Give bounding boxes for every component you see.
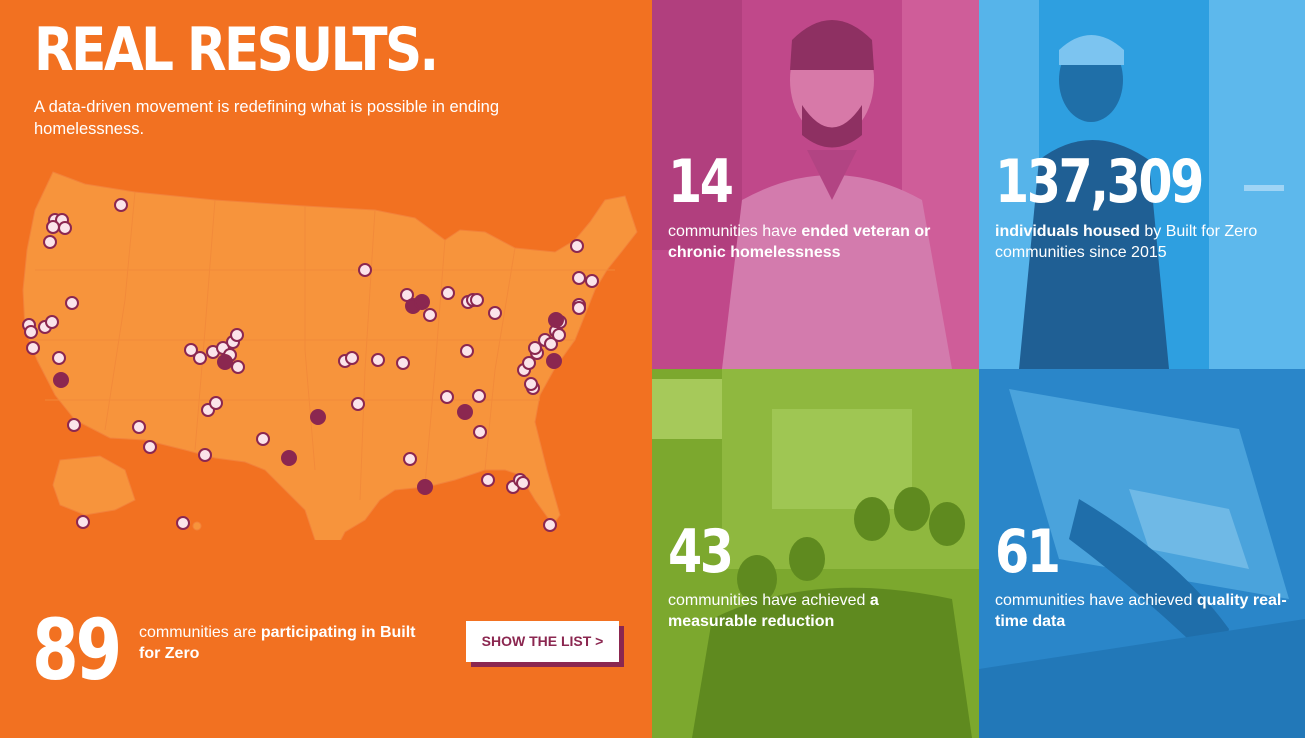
stat-tile-housed: 137,309 individuals housed by Built for …: [979, 0, 1305, 369]
community-marker[interactable]: [176, 516, 190, 530]
community-marker[interactable]: [46, 220, 60, 234]
community-marker[interactable]: [543, 518, 557, 532]
achieved-community-marker[interactable]: [310, 409, 326, 425]
community-marker[interactable]: [570, 239, 584, 253]
stat-text-reduction: communities have achieved a measurable r…: [668, 590, 968, 632]
achieved-community-marker[interactable]: [546, 353, 562, 369]
community-marker[interactable]: [516, 476, 530, 490]
community-marker[interactable]: [441, 286, 455, 300]
community-marker[interactable]: [43, 235, 57, 249]
community-marker[interactable]: [423, 308, 437, 322]
stat-number-housed: 137,309: [995, 147, 1204, 217]
community-marker[interactable]: [403, 452, 417, 466]
stat-number-reduction: 43: [668, 517, 734, 587]
community-marker[interactable]: [231, 360, 245, 374]
community-marker[interactable]: [358, 263, 372, 277]
participation-text: communities are participating in Built f…: [139, 622, 439, 664]
stat-text-ended: communities have ended veteran or chroni…: [668, 221, 968, 263]
page-subtitle: A data-driven movement is redefining wha…: [34, 98, 500, 138]
community-marker[interactable]: [460, 344, 474, 358]
community-marker[interactable]: [440, 390, 454, 404]
achieved-community-marker[interactable]: [417, 479, 433, 495]
community-marker[interactable]: [45, 315, 59, 329]
stat-tile-quality: 61 communities have achieved quality rea…: [979, 369, 1305, 738]
community-marker[interactable]: [256, 432, 270, 446]
community-marker[interactable]: [230, 328, 244, 342]
participation-count: 89: [32, 601, 122, 699]
stat-text-pre: communities have: [668, 223, 802, 240]
community-marker[interactable]: [488, 306, 502, 320]
community-marker[interactable]: [52, 351, 66, 365]
stat-tile-ended: 14 communities have ended veteran or chr…: [652, 0, 979, 369]
community-marker[interactable]: [143, 440, 157, 454]
stat-number-quality: 61: [995, 517, 1061, 587]
stat-text-pre: communities have achieved: [668, 592, 870, 609]
community-marker[interactable]: [585, 274, 599, 288]
stat-tile-reduction: 43 communities have achieved a measurabl…: [652, 369, 979, 738]
results-panel: REAL RESULTS. A data-driven movement is …: [0, 0, 652, 738]
achieved-community-marker[interactable]: [53, 372, 69, 388]
community-marker[interactable]: [65, 296, 79, 310]
show-list-button-wrap: SHOW THE LIST >: [466, 621, 624, 667]
stat-text-bold: individuals housed: [995, 223, 1140, 240]
page-title: REAL RESULTS.: [34, 15, 439, 85]
achieved-community-marker[interactable]: [457, 404, 473, 420]
community-marker[interactable]: [76, 515, 90, 529]
community-marker[interactable]: [26, 341, 40, 355]
achieved-community-marker[interactable]: [414, 294, 430, 310]
community-marker[interactable]: [351, 397, 365, 411]
community-marker[interactable]: [472, 389, 486, 403]
achieved-community-marker[interactable]: [548, 312, 564, 328]
community-marker[interactable]: [572, 301, 586, 315]
community-marker[interactable]: [132, 420, 146, 434]
show-list-button[interactable]: SHOW THE LIST >: [466, 621, 619, 662]
community-marker[interactable]: [396, 356, 410, 370]
map-land: [22, 171, 638, 540]
us-map-icon: [22, 171, 638, 540]
achieved-community-marker[interactable]: [217, 354, 233, 370]
community-marker[interactable]: [524, 377, 538, 391]
community-marker[interactable]: [67, 418, 81, 432]
community-marker[interactable]: [371, 353, 385, 367]
community-marker[interactable]: [193, 351, 207, 365]
stat-number-ended: 14: [668, 147, 734, 217]
community-marker[interactable]: [552, 328, 566, 342]
community-marker[interactable]: [24, 325, 38, 339]
stat-text-housed: individuals housed by Built for Zero com…: [995, 221, 1295, 263]
community-marker[interactable]: [58, 221, 72, 235]
community-marker[interactable]: [198, 448, 212, 462]
community-marker[interactable]: [209, 396, 223, 410]
participation-text-pre: communities are: [139, 624, 261, 641]
community-marker[interactable]: [114, 198, 128, 212]
community-marker[interactable]: [473, 425, 487, 439]
community-marker[interactable]: [572, 271, 586, 285]
community-marker[interactable]: [481, 473, 495, 487]
community-marker[interactable]: [345, 351, 359, 365]
community-marker[interactable]: [470, 293, 484, 307]
stat-text-pre: communities have achieved: [995, 592, 1197, 609]
stat-text-quality: communities have achieved quality real-t…: [995, 590, 1295, 632]
achieved-community-marker[interactable]: [281, 450, 297, 466]
